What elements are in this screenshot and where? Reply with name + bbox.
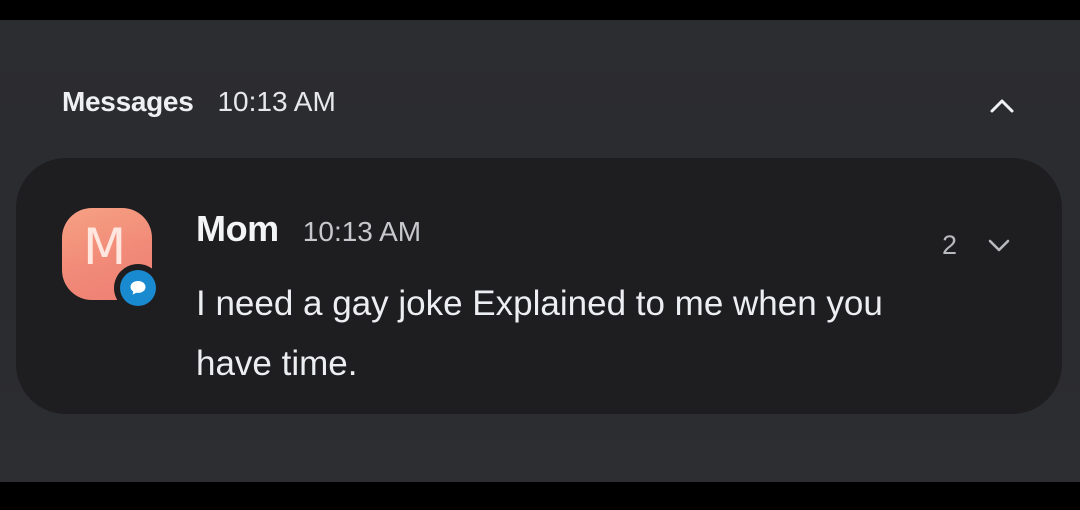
app-name: Messages <box>62 86 194 117</box>
notification-header: Mom 10:13 AM <box>196 208 421 250</box>
notification-timestamp: 10:13 AM <box>302 216 422 247</box>
contact-avatar: M <box>62 208 162 318</box>
group-timestamp: 10:13 AM <box>217 86 336 117</box>
expand-notification-button[interactable] <box>982 230 1016 260</box>
chevron-up-icon <box>990 99 1014 113</box>
notification-card[interactable]: M Mom 10:13 AM 2 I need a gay joke Expla… <box>16 158 1062 414</box>
message-text: I need a gay joke Explained to me when y… <box>196 284 883 383</box>
message-count-badge: 2 <box>942 230 958 260</box>
chevron-down-icon <box>988 239 1010 252</box>
collapse-group-button[interactable] <box>985 90 1019 120</box>
app-badge <box>114 264 162 312</box>
avatar-initial: M <box>83 218 127 276</box>
sender-name: Mom <box>196 208 279 249</box>
chat-bubble-icon <box>120 270 156 306</box>
notification-group-header: Messages 10:13 AM <box>62 86 336 118</box>
notification-shade: Messages 10:13 AM M Mom 10:13 AM 2 I nee… <box>0 20 1080 482</box>
